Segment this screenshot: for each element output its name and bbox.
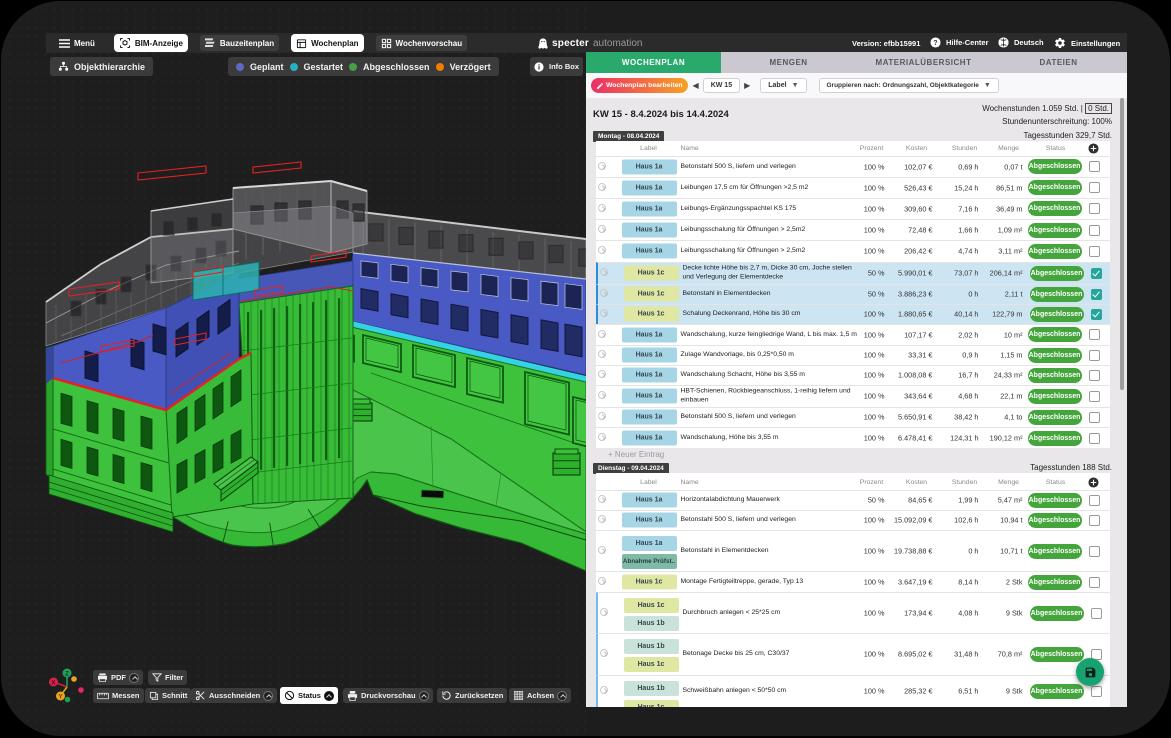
- svg-text:Z: Z: [65, 672, 69, 678]
- svg-text:?: ?: [933, 40, 937, 47]
- svg-text:Y: Y: [58, 695, 62, 701]
- svg-text:X: X: [51, 681, 55, 687]
